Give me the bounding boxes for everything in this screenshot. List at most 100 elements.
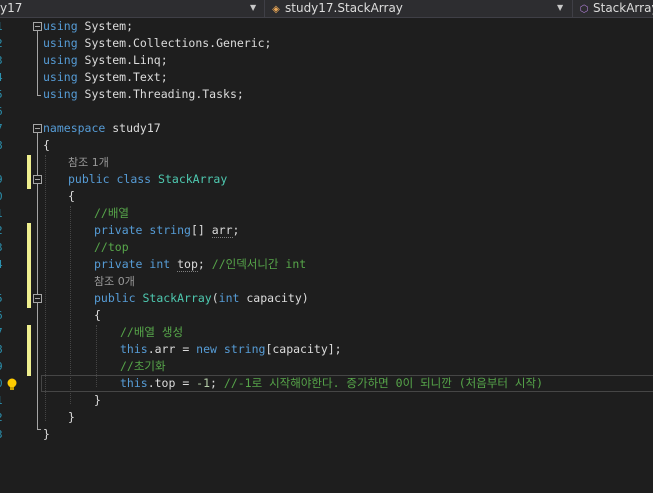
collapse-icon[interactable] [33,294,42,303]
chevron-down-icon: ▼ [250,3,257,12]
comment: //배열 생성 [120,325,184,339]
keyword: private [94,257,143,271]
number-literal: -1 [196,376,211,390]
code-line: 5 public StackArray(int capacity) [0,290,653,307]
code-line: 1 } [0,392,653,409]
codelens-references[interactable]: 참조 0개 [94,273,135,290]
line-number: 0 [0,188,6,205]
line-number: 2 [0,35,6,52]
keyword: string [223,342,266,356]
collapse-icon[interactable] [33,22,42,31]
member-dropdown[interactable]: ⬡ StackArray [578,0,653,17]
chevron-down-icon: ▼ [557,3,564,12]
code-text: ( [211,291,219,305]
keyword: private [94,223,143,237]
code-line: 3 //top [0,239,653,256]
code-line: 6 [0,103,653,120]
code-text: System.Text; [77,70,168,84]
comment: //초기화 [120,359,166,373]
code-text: .top = [147,376,197,390]
identifier: arr [211,223,233,238]
code-line: 7 //배열 생성 [0,324,653,341]
code-line: 0 { [0,188,653,205]
keyword: namespace [43,121,106,135]
code-text: [capacity]; [265,342,342,356]
code-editor[interactable]: 1 using System; 2 using System.Collectio… [0,18,653,493]
line-number: 1 [0,18,6,35]
code-line: 8 this.arr = new string[capacity]; [0,341,653,358]
line-number: 3 [0,52,6,69]
line-number: 4 [0,256,6,273]
code-text: { [68,189,75,203]
code-line: 7 namespace study17 [0,120,653,137]
navigation-bar: y17 ▼ ◈ study17.StackArray ▼ ⬡ StackArray [0,0,653,18]
keyword: int [218,291,240,305]
line-number: 9 [0,358,6,375]
lightbulb-icon[interactable] [5,377,19,391]
code-text: ; [210,376,224,390]
member-name: StackArray [593,1,653,15]
class-path: study17.StackArray [285,1,403,15]
code-line: 9 //초기화 [0,358,653,375]
keyword: this [120,376,148,390]
code-line: 5 using System.Threading.Tasks; [0,86,653,103]
line-number: 6 [0,103,6,120]
nav-separator [572,0,573,17]
collapse-icon[interactable] [33,175,42,184]
code-line: 2 } [0,409,653,426]
code-text: System.Threading.Tasks; [77,87,244,101]
code-line: 9 public class StackArray [0,171,653,188]
keyword: this [120,342,148,356]
keyword: class [116,172,152,186]
code-line: 1 using System; [0,18,653,35]
type-name: StackArray [142,291,212,305]
cube-icon: ⬡ [579,4,589,15]
keyword: public [94,291,136,305]
code-line: 4 private int top; //인덱서니간 int [0,256,653,273]
code-text: { [94,308,101,322]
code-text: capacity) [239,291,309,305]
code-text: ; [232,223,240,237]
code-line: 6 { [0,307,653,324]
codelens-references[interactable]: 참조 1개 [68,154,109,171]
code-line: 3 } [0,426,653,443]
code-line: 2 private string[] arr; [0,222,653,239]
line-number: 7 [0,324,6,341]
code-text: } [68,410,75,424]
line-number: 9 [0,171,6,188]
keyword: string [149,223,191,237]
line-number: 3 [0,426,6,443]
identifier: top [177,257,198,272]
line-number: 4 [0,69,6,86]
code-line-current: 0 this.top = -1; //-1로 시작해야한다. 증가하면 0이 되… [0,375,653,392]
line-number: 3 [0,239,6,256]
collapse-icon[interactable] [33,124,42,133]
code-line: 4 using System.Text; [0,69,653,86]
line-number: 8 [0,341,6,358]
project-name: y17 [0,1,23,15]
codelens-line: 참조 0개 [0,273,653,290]
code-text: study17 [105,121,161,135]
code-line: 8 { [0,137,653,154]
keyword: public [68,172,110,186]
code-text: .arr = [147,342,197,356]
nav-separator [264,0,265,17]
comment: //top [94,240,129,254]
code-text: System.Collections.Generic; [77,36,272,50]
line-number: 1 [0,205,6,222]
keyword: using [43,36,78,50]
project-dropdown[interactable]: y17 ▼ [0,0,258,17]
comment: //배열 [94,206,130,220]
code-text: } [43,427,50,441]
class-dropdown[interactable]: ◈ study17.StackArray ▼ [270,0,568,17]
code-text: { [43,138,50,152]
code-line: 1 //배열 [0,205,653,222]
code-text: [] [190,223,212,237]
keyword: new [196,342,217,356]
code-text: System.Linq; [77,53,168,67]
class-icon: ◈ [272,4,280,15]
code-text: System; [77,19,134,33]
line-number: 5 [0,86,6,103]
line-number: 2 [0,409,6,426]
line-number: 1 [0,392,6,409]
